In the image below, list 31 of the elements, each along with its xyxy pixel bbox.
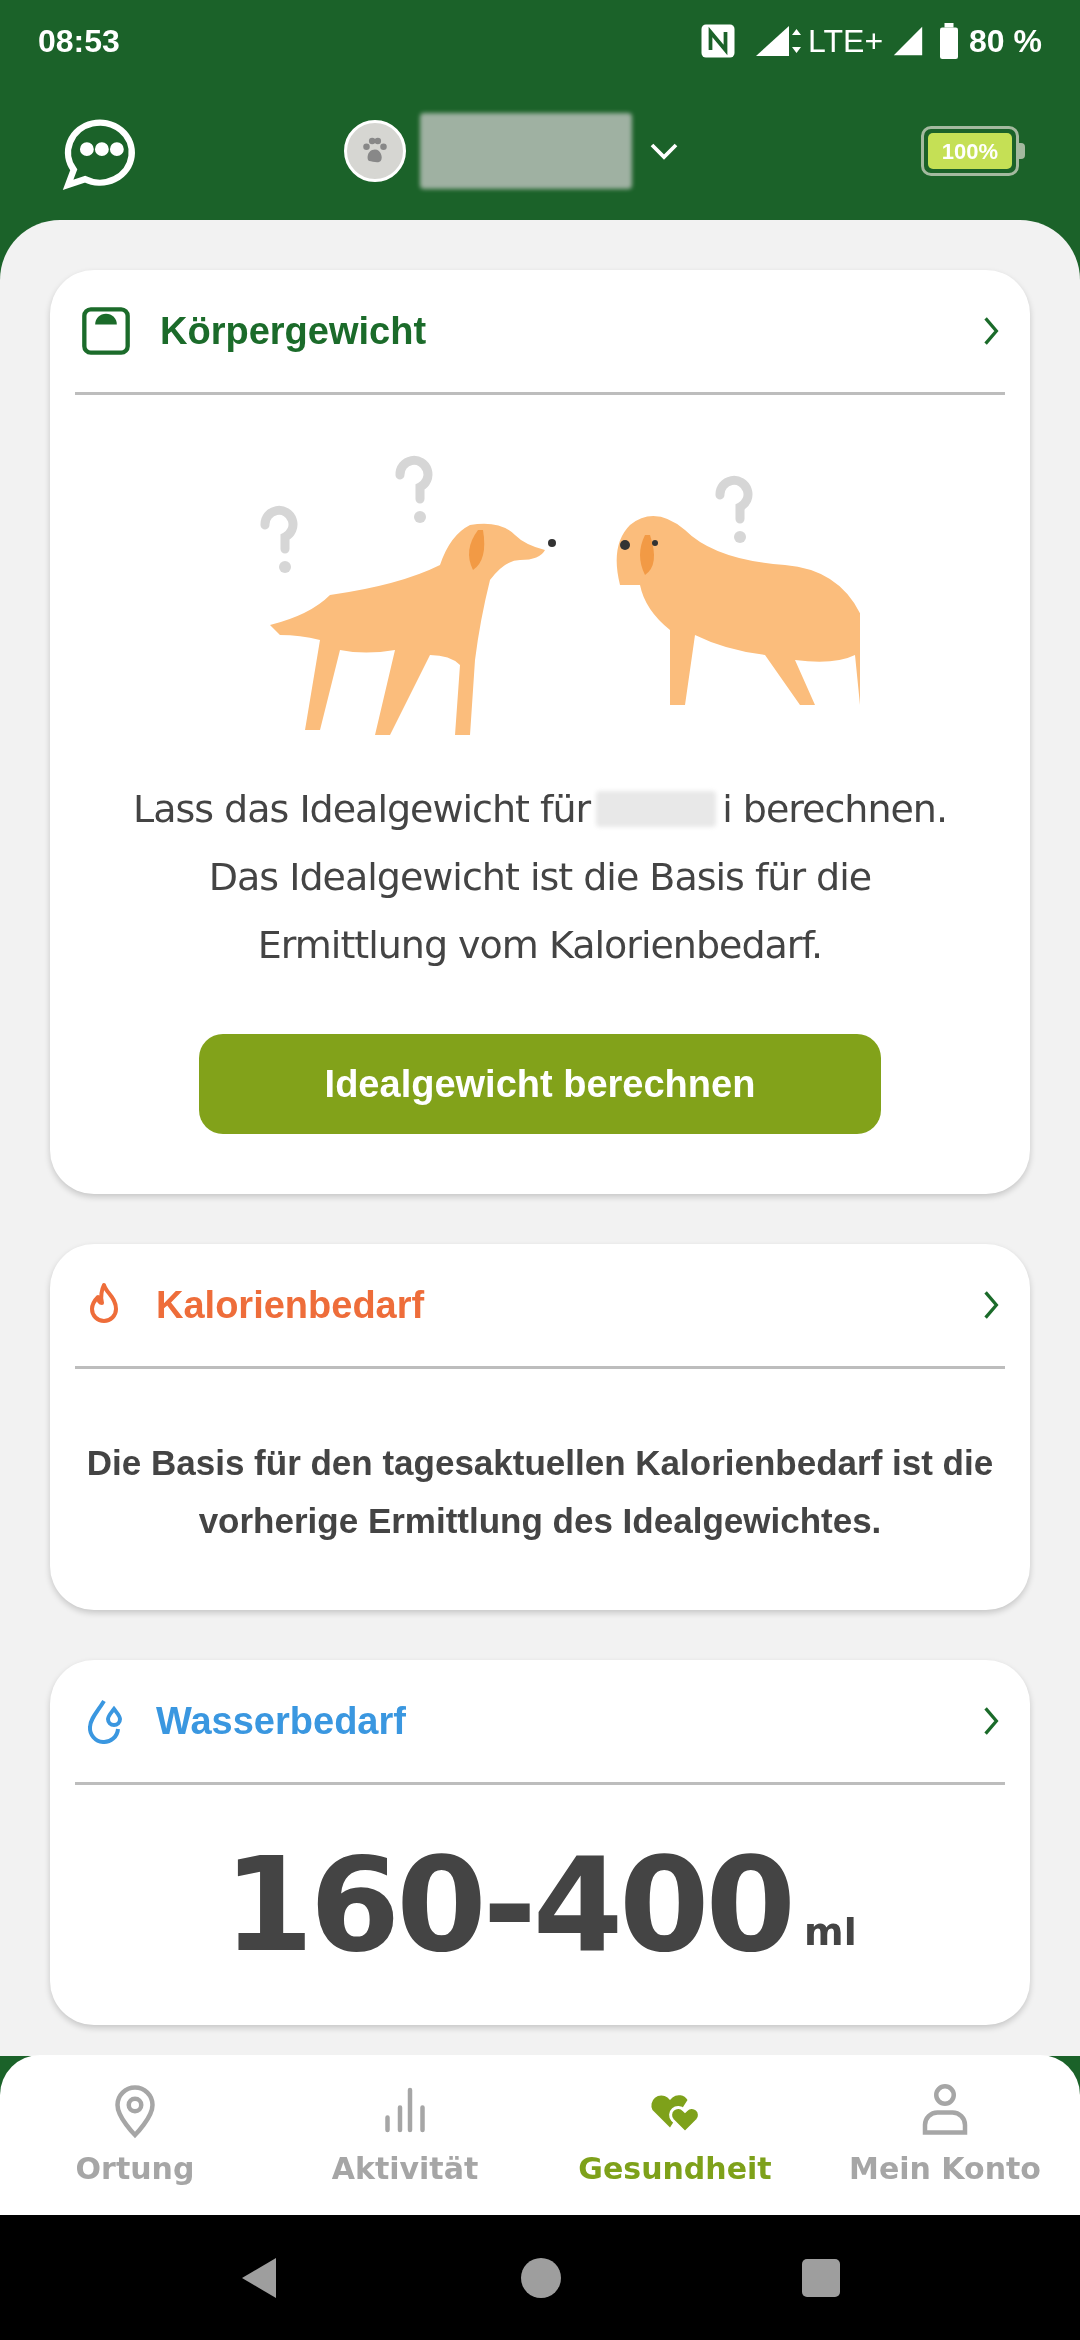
description-text: i berechnen.	[722, 786, 948, 833]
water-amount-value: 160-400	[223, 1845, 793, 1965]
battery-icon	[939, 23, 960, 59]
info-text: Die Basis für den tagesaktuellen Kalorienbedarf ist die vorherige Ermittlung des Idealgewichtes.	[85, 1442, 995, 1542]
network-type: LTE+	[808, 22, 884, 61]
scale-icon	[80, 305, 132, 357]
device-battery-level: 100%	[928, 133, 1012, 169]
nav-tab[interactable]: Mein Konto	[810, 2055, 1080, 2215]
unit-label: ml	[804, 1909, 857, 1956]
calculate-button[interactable]: Idealgewicht berechnen	[199, 1034, 881, 1134]
nav-label: Gesundheit	[578, 2149, 772, 2188]
nav-tab[interactable]: Aktivität	[270, 2055, 540, 2215]
nav-label: Aktivität	[331, 2149, 479, 2188]
card-title[interactable]: Kalorienbedarf	[156, 1276, 954, 1334]
chevron-right-icon[interactable]	[982, 316, 1000, 346]
status-time: 08:53	[38, 22, 120, 61]
recents-icon[interactable]	[801, 2258, 840, 2297]
nav-label: Ortung	[75, 2149, 195, 2188]
description-text: Lass das Idealgewicht für	[132, 786, 591, 833]
nav-tab[interactable]: Gesundheit	[540, 2055, 810, 2215]
chevron-right-icon[interactable]	[982, 1706, 1000, 1736]
description-text: Das Idealgewicht ist die Basis für die	[208, 854, 872, 901]
battery-percentage: 80 %	[969, 22, 1042, 61]
nfc-icon	[700, 23, 737, 59]
description-text: Ermittlung vom Kalorienbedarf.	[257, 922, 823, 969]
card-title[interactable]: Körpergewicht	[160, 302, 954, 360]
chevron-right-icon[interactable]	[982, 1290, 1000, 1320]
nav-tab[interactable]: Ortung	[0, 2055, 270, 2215]
nav-label: Mein Konto	[849, 2149, 1041, 2188]
card-title[interactable]: Wasserbedarf	[156, 1692, 954, 1750]
home-icon[interactable]	[521, 2257, 561, 2298]
